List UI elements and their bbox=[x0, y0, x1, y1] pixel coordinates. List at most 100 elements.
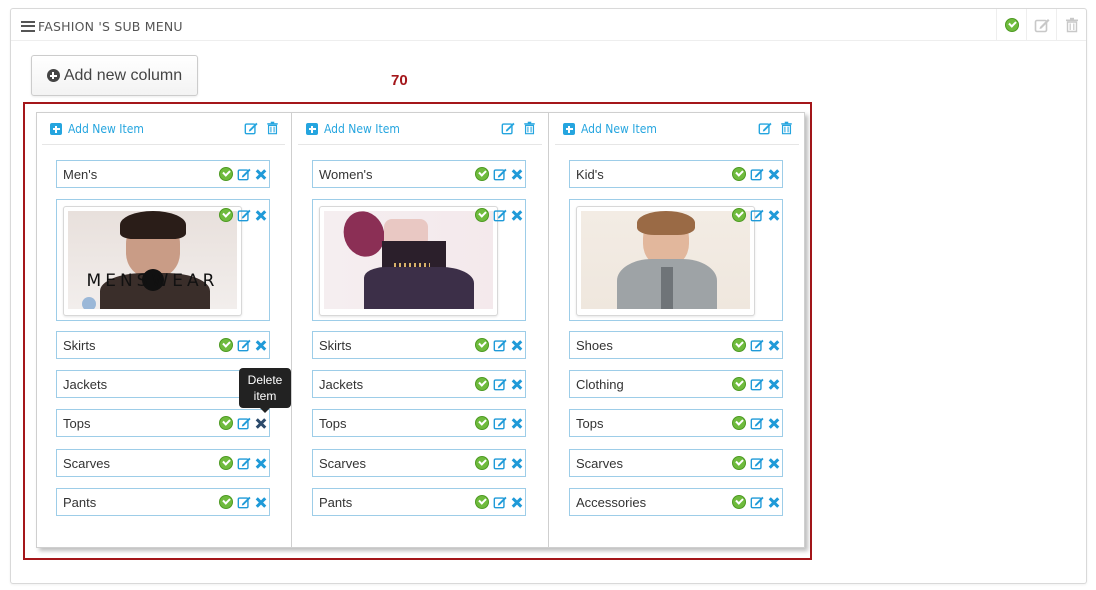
check-circle-icon[interactable] bbox=[732, 377, 746, 391]
close-icon[interactable] bbox=[255, 458, 266, 469]
close-icon[interactable] bbox=[511, 418, 522, 429]
menu-item[interactable]: Women's bbox=[312, 160, 526, 188]
delete-column-icon[interactable] bbox=[523, 121, 536, 135]
edit-icon[interactable] bbox=[493, 167, 507, 181]
menu-item[interactable]: Pants bbox=[312, 488, 526, 516]
check-circle-icon[interactable] bbox=[219, 416, 233, 430]
close-icon[interactable] bbox=[255, 169, 266, 180]
close-icon[interactable] bbox=[255, 340, 266, 351]
check-circle-icon[interactable] bbox=[219, 338, 233, 352]
edit-icon[interactable] bbox=[493, 208, 507, 222]
menu-item-image[interactable]: MENSWEAR bbox=[56, 199, 270, 321]
menu-item[interactable]: Men's bbox=[56, 160, 270, 188]
edit-icon[interactable] bbox=[237, 456, 251, 470]
menu-item[interactable]: Scarves bbox=[312, 449, 526, 477]
menu-item-image[interactable] bbox=[569, 199, 783, 321]
close-icon[interactable] bbox=[768, 458, 779, 469]
add-new-item-label: Add New Item bbox=[581, 122, 657, 136]
add-new-item-button[interactable]: Add New Item bbox=[306, 122, 400, 136]
edit-icon[interactable] bbox=[237, 495, 251, 509]
edit-icon[interactable] bbox=[493, 456, 507, 470]
edit-icon[interactable] bbox=[750, 377, 764, 391]
menu-item[interactable]: Pants bbox=[56, 488, 270, 516]
delete-column-icon[interactable] bbox=[780, 121, 793, 135]
close-icon[interactable] bbox=[511, 497, 522, 508]
check-circle-icon[interactable] bbox=[475, 338, 489, 352]
menu-item-actions bbox=[475, 167, 522, 181]
edit-icon[interactable] bbox=[750, 167, 764, 181]
menu-item-image[interactable] bbox=[312, 199, 526, 321]
check-circle-icon[interactable] bbox=[732, 167, 746, 181]
menu-item[interactable]: Accessories bbox=[569, 488, 783, 516]
check-circle-icon[interactable] bbox=[219, 456, 233, 470]
edit-column-icon[interactable] bbox=[758, 121, 772, 135]
close-icon[interactable] bbox=[511, 169, 522, 180]
check-circle-icon[interactable] bbox=[475, 377, 489, 391]
menu-item[interactable]: Kid's bbox=[569, 160, 783, 188]
panel-edit-button[interactable] bbox=[1026, 9, 1056, 41]
menu-item-actions bbox=[732, 456, 779, 470]
check-circle-icon[interactable] bbox=[732, 208, 746, 222]
check-circle-icon[interactable] bbox=[475, 456, 489, 470]
menu-item[interactable]: Scarves bbox=[569, 449, 783, 477]
close-icon[interactable] bbox=[511, 379, 522, 390]
menu-item[interactable]: Skirts bbox=[312, 331, 526, 359]
edit-icon[interactable] bbox=[750, 495, 764, 509]
close-icon[interactable] bbox=[255, 497, 266, 508]
menu-item[interactable]: Tops bbox=[569, 409, 783, 437]
close-icon[interactable] bbox=[255, 418, 266, 429]
add-new-item-button[interactable]: Add New Item bbox=[563, 122, 657, 136]
add-new-item-button[interactable]: Add New Item bbox=[50, 122, 144, 136]
check-circle-icon[interactable] bbox=[475, 495, 489, 509]
menu-item[interactable]: Tops bbox=[312, 409, 526, 437]
close-icon[interactable] bbox=[768, 497, 779, 508]
panel-confirm-button[interactable] bbox=[996, 9, 1026, 41]
edit-icon[interactable] bbox=[493, 416, 507, 430]
check-circle-icon[interactable] bbox=[475, 167, 489, 181]
edit-column-icon[interactable] bbox=[501, 121, 515, 135]
close-icon[interactable] bbox=[768, 418, 779, 429]
check-circle-icon[interactable] bbox=[219, 167, 233, 181]
menu-item[interactable]: Jackets bbox=[312, 370, 526, 398]
menu-item[interactable]: Scarves bbox=[56, 449, 270, 477]
edit-icon[interactable] bbox=[493, 495, 507, 509]
edit-icon[interactable] bbox=[750, 208, 764, 222]
close-icon[interactable] bbox=[768, 210, 779, 221]
edit-icon[interactable] bbox=[493, 377, 507, 391]
check-circle-icon[interactable] bbox=[219, 495, 233, 509]
check-circle-icon[interactable] bbox=[732, 416, 746, 430]
close-icon[interactable] bbox=[768, 169, 779, 180]
edit-icon[interactable] bbox=[237, 167, 251, 181]
check-circle-icon[interactable] bbox=[732, 338, 746, 352]
check-circle-icon[interactable] bbox=[475, 208, 489, 222]
add-new-column-button[interactable]: Add new column bbox=[31, 55, 198, 96]
check-circle-icon[interactable] bbox=[475, 416, 489, 430]
edit-icon[interactable] bbox=[237, 338, 251, 352]
check-circle-icon[interactable] bbox=[219, 208, 233, 222]
edit-icon[interactable] bbox=[750, 416, 764, 430]
column-actions bbox=[758, 121, 793, 135]
close-icon[interactable] bbox=[768, 340, 779, 351]
image-thumbnail bbox=[576, 206, 755, 316]
close-icon[interactable] bbox=[768, 379, 779, 390]
panel-delete-button[interactable] bbox=[1056, 9, 1086, 41]
edit-icon[interactable] bbox=[750, 456, 764, 470]
edit-column-icon[interactable] bbox=[244, 121, 258, 135]
menu-item[interactable]: Skirts bbox=[56, 331, 270, 359]
menu-column-2: Add New Item Women's Skirts Jackets Tops… bbox=[292, 112, 549, 548]
close-icon[interactable] bbox=[511, 458, 522, 469]
edit-icon[interactable] bbox=[237, 416, 251, 430]
close-icon[interactable] bbox=[255, 210, 266, 221]
check-circle-icon[interactable] bbox=[732, 456, 746, 470]
edit-icon[interactable] bbox=[493, 338, 507, 352]
check-circle-icon[interactable] bbox=[732, 495, 746, 509]
edit-icon[interactable] bbox=[750, 338, 764, 352]
menu-item[interactable]: Clothing bbox=[569, 370, 783, 398]
menu-item[interactable]: Jackets bbox=[56, 370, 270, 398]
menu-item[interactable]: Tops bbox=[56, 409, 270, 437]
menu-item[interactable]: Shoes bbox=[569, 331, 783, 359]
close-icon[interactable] bbox=[511, 210, 522, 221]
delete-column-icon[interactable] bbox=[266, 121, 279, 135]
close-icon[interactable] bbox=[511, 340, 522, 351]
edit-icon[interactable] bbox=[237, 208, 251, 222]
